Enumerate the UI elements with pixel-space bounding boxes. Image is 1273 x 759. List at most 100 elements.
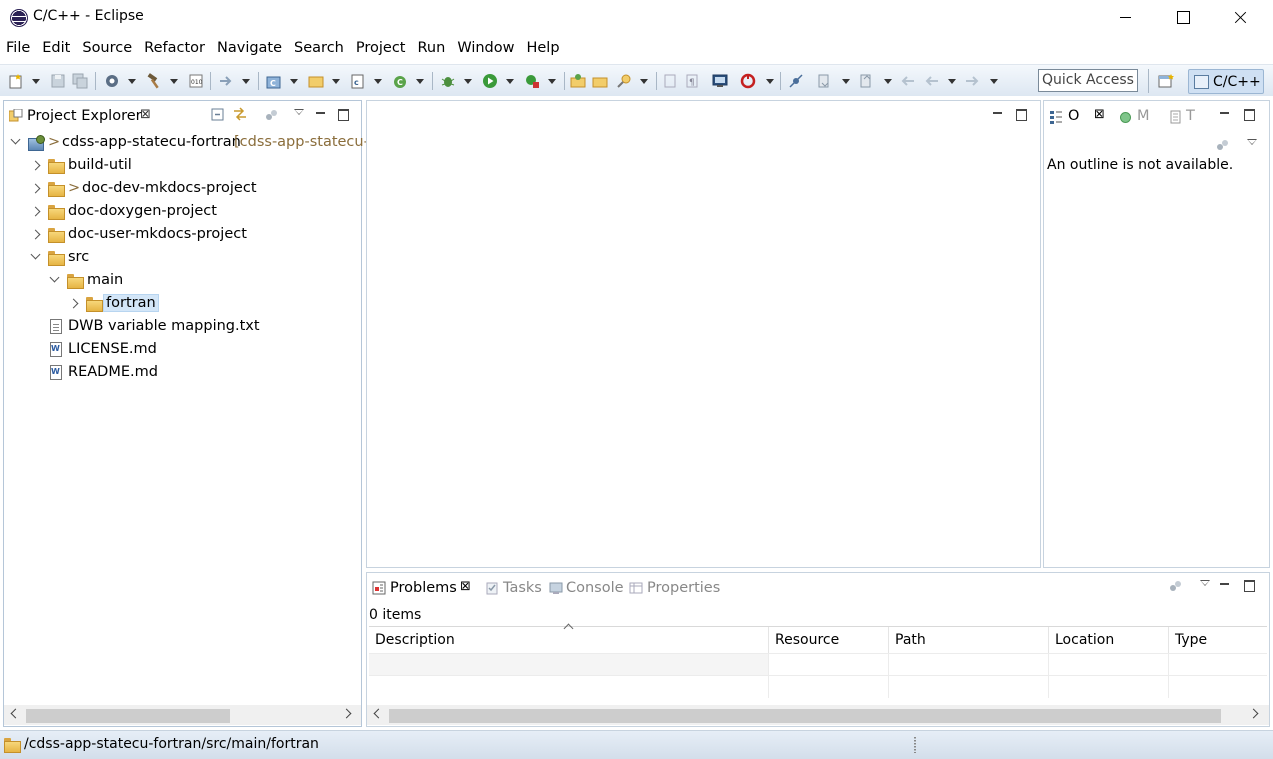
minimize-button[interactable] (1097, 0, 1155, 36)
tab-type-hierarchy[interactable]: T (1168, 103, 1204, 129)
build-hammer-icon[interactable] (146, 73, 162, 89)
maximize-problems-button[interactable] (1243, 580, 1255, 592)
back-icon[interactable] (924, 73, 940, 89)
next-annotation-icon[interactable] (816, 73, 832, 89)
build-config-icon[interactable] (104, 73, 120, 89)
maximize-button[interactable] (1155, 0, 1213, 36)
scroll-left-icon[interactable] (373, 708, 384, 719)
new-folder-dropdown-icon[interactable] (332, 79, 340, 84)
close-tab-icon[interactable]: ⊠ (140, 107, 151, 122)
menu-run[interactable]: Run (418, 37, 452, 61)
new-source-file-icon[interactable]: c (350, 73, 366, 89)
menu-search[interactable]: Search (294, 37, 350, 61)
last-edit-icon[interactable] (900, 73, 916, 89)
binary-icon[interactable]: 010 (188, 73, 204, 89)
tab-properties[interactable]: Properties (629, 575, 721, 601)
scroll-right-icon[interactable] (341, 708, 352, 719)
quick-access-input[interactable]: Quick Access (1038, 69, 1138, 92)
toggle-mark-icon[interactable] (218, 73, 234, 89)
back-dropdown-icon[interactable] (948, 79, 956, 84)
column-header-resource[interactable]: Resource (769, 627, 889, 654)
terminal-icon[interactable] (712, 73, 728, 89)
menu-refactor[interactable]: Refactor (144, 37, 211, 61)
view-menu-icon[interactable] (294, 109, 304, 115)
close-button[interactable] (1213, 0, 1271, 36)
tab-project-explorer[interactable]: Project Explorer ⊠ (4, 101, 164, 129)
minimize-problems-button[interactable] (1219, 579, 1231, 589)
external-tools-icon[interactable] (524, 73, 540, 89)
minimize-outline-button[interactable] (1219, 108, 1231, 118)
scroll-thumb[interactable] (389, 709, 1221, 723)
external-tools-dropdown-icon[interactable] (548, 79, 556, 84)
collapse-all-icon[interactable] (211, 108, 225, 122)
column-header-description[interactable]: Description (369, 623, 769, 654)
save-icon[interactable] (50, 73, 66, 89)
new-icon[interactable] (8, 73, 24, 89)
close-tab-icon[interactable]: ⊠ (1094, 107, 1105, 122)
new-cpp-project-icon[interactable]: C (266, 73, 282, 89)
open-type-icon[interactable] (570, 73, 586, 89)
maximize-editor-button[interactable] (1015, 109, 1027, 121)
open-perspective-icon[interactable] (1158, 73, 1176, 89)
new-dropdown-icon[interactable] (32, 79, 40, 84)
view-options-icon[interactable] (1215, 137, 1231, 153)
prev-annotation-icon[interactable] (858, 73, 874, 89)
link-with-editor-icon[interactable] (232, 106, 248, 122)
view-options-icon[interactable] (264, 107, 280, 123)
new-project-dropdown-icon[interactable] (290, 79, 298, 84)
scroll-thumb[interactable] (26, 709, 230, 723)
view-options-icon[interactable] (1168, 578, 1184, 594)
view-menu-icon[interactable] (1200, 580, 1210, 586)
next-annotation-dropdown-icon[interactable] (842, 79, 850, 84)
debug-icon[interactable] (440, 73, 456, 89)
toggle-mark-dropdown-icon[interactable] (242, 79, 250, 84)
menu-file[interactable]: File (6, 37, 36, 61)
minimize-view-button[interactable] (315, 108, 327, 118)
new-folder-icon[interactable] (308, 73, 324, 89)
menu-help[interactable]: Help (526, 37, 565, 61)
tab-problems[interactable]: Problems ⊠ (369, 575, 479, 601)
cpp-perspective-button[interactable]: C/C++ (1188, 69, 1264, 94)
show-whitespace-icon[interactable] (662, 73, 678, 89)
close-tab-icon[interactable]: ⊠ (460, 579, 471, 594)
dsf-dropdown-icon[interactable] (766, 79, 774, 84)
menu-window[interactable]: Window (457, 37, 520, 61)
prev-annotation-dropdown-icon[interactable] (884, 79, 892, 84)
column-header-path[interactable]: Path (889, 627, 1049, 654)
open-element-icon[interactable] (592, 73, 608, 89)
dsf-icon[interactable] (740, 73, 756, 89)
new-class-dropdown-icon[interactable] (416, 79, 424, 84)
save-all-icon[interactable] (72, 73, 88, 89)
column-header-location[interactable]: Location (1049, 627, 1169, 654)
scroll-left-icon[interactable] (10, 708, 21, 719)
pilcrow-icon[interactable]: ¶ (684, 73, 700, 89)
new-class-icon[interactable]: C (392, 73, 408, 89)
status-grip[interactable] (914, 737, 916, 753)
tab-console[interactable]: Console (547, 575, 627, 601)
menu-source[interactable]: Source (82, 37, 138, 61)
menu-navigate[interactable]: Navigate (217, 37, 288, 61)
scroll-right-icon[interactable] (1248, 708, 1259, 719)
menu-edit[interactable]: Edit (42, 37, 76, 61)
menu-project[interactable]: Project (356, 37, 412, 61)
run-dropdown-icon[interactable] (506, 79, 514, 84)
problems-hscrollbar[interactable] (367, 705, 1269, 725)
forward-dropdown-icon[interactable] (990, 79, 998, 84)
tab-tasks[interactable]: Tasks (483, 575, 543, 601)
column-header-type[interactable]: Type (1169, 627, 1267, 654)
search-icon[interactable] (616, 73, 632, 89)
tab-make-targets[interactable]: M (1118, 103, 1158, 129)
project-explorer-hscrollbar[interactable] (4, 705, 361, 725)
view-menu-icon[interactable] (1247, 139, 1257, 145)
debug-dropdown-icon[interactable] (464, 79, 472, 84)
maximize-view-button[interactable] (337, 109, 349, 121)
new-file-dropdown-icon[interactable] (374, 79, 382, 84)
build-config-dropdown-icon[interactable] (128, 79, 136, 84)
search-dropdown-icon[interactable] (640, 79, 648, 84)
forward-icon[interactable] (964, 73, 980, 89)
run-icon[interactable] (482, 73, 498, 89)
tab-outline[interactable]: O ⊠ (1046, 103, 1112, 129)
skip-breakpoints-icon[interactable] (788, 73, 804, 89)
editor-area[interactable] (366, 100, 1041, 568)
build-dropdown-icon[interactable] (170, 79, 178, 84)
